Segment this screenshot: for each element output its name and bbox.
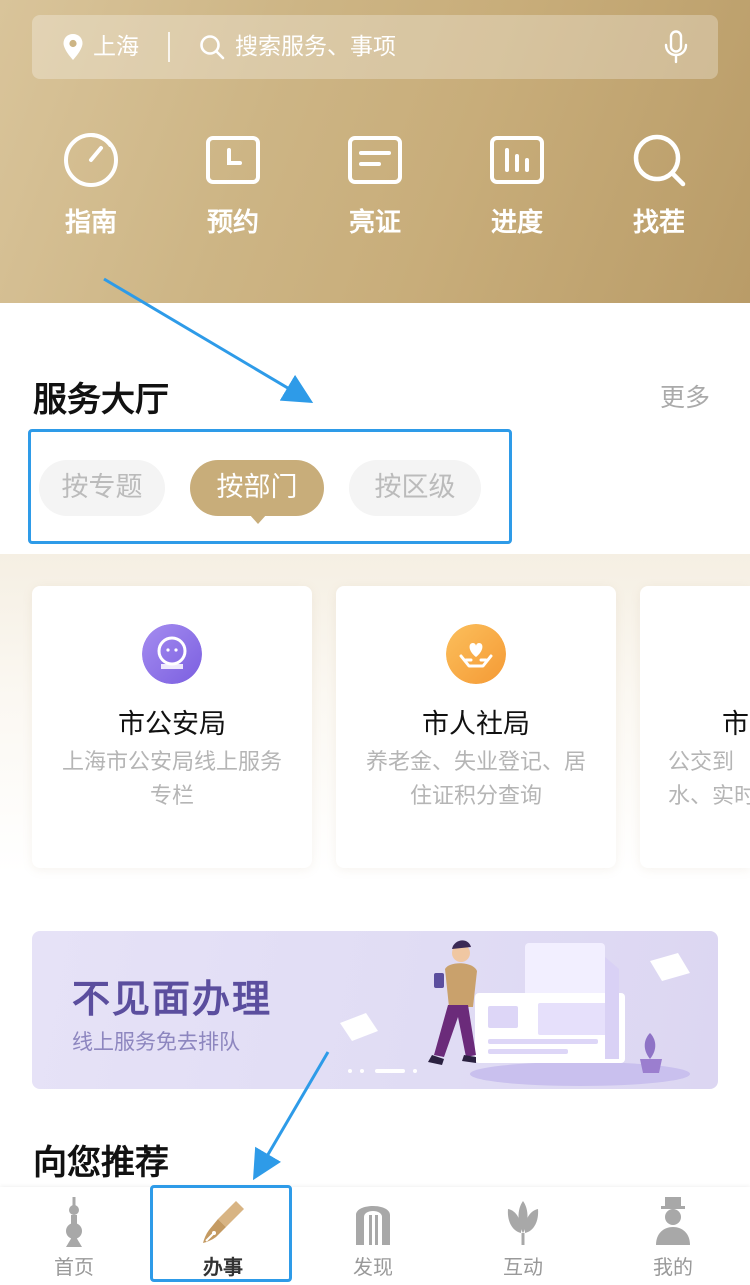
quick-action-label: 指南	[64, 208, 117, 238]
quick-action-show-id[interactable]: 亮证	[325, 130, 425, 250]
card-title: 市公安局	[118, 709, 226, 740]
search-icon	[200, 35, 225, 60]
department-card-police[interactable]: 市公安局 上海市公安局线上服务专栏	[32, 586, 312, 868]
quick-action-label: 找茬	[632, 208, 685, 238]
recommend-title: 向您推荐	[33, 1143, 169, 1183]
quick-action-feedback[interactable]: 找茬	[609, 130, 709, 250]
user-icon	[656, 1197, 690, 1245]
department-card-hrss[interactable]: 市人社局 养老金、失业登记、居住证积分查询	[336, 586, 616, 868]
quick-action-progress[interactable]: 进度	[467, 130, 567, 250]
tab-discover[interactable]: 发现	[313, 1195, 433, 1283]
location-label[interactable]: 上海	[93, 31, 139, 63]
card-title: 市人社局	[422, 709, 530, 740]
magnolia-icon	[507, 1201, 539, 1245]
tab-home[interactable]: 首页	[14, 1195, 134, 1283]
heart-hands-icon	[446, 624, 506, 684]
department-card-partial[interactable]: 市 公交到水、实时	[640, 586, 750, 868]
banner-title: 不见面办理	[72, 977, 273, 1021]
oriental-pearl-tower-icon	[66, 1197, 82, 1247]
card-description: 公交到水、实时	[668, 750, 750, 809]
arch-gate-icon	[356, 1206, 390, 1245]
more-link[interactable]: 更多	[660, 378, 710, 414]
quick-action-label: 进度	[490, 208, 543, 238]
quick-action-appointment[interactable]: 预约	[183, 130, 283, 250]
card-description: 上海市公安局线上服务专栏	[61, 750, 282, 809]
quick-action-guide[interactable]: 指南	[41, 130, 141, 250]
id-card-icon	[348, 136, 402, 184]
tab-label: 发现	[353, 1255, 393, 1279]
tab-mine[interactable]: 我的	[613, 1195, 733, 1283]
tab-interact[interactable]: 互动	[463, 1195, 583, 1283]
gauge-icon	[64, 133, 118, 187]
tab-label: 首页	[54, 1255, 94, 1279]
tab-label: 我的	[653, 1255, 693, 1279]
highlight-box	[28, 429, 512, 544]
banner-subtitle: 线上服务免去排队	[72, 1030, 240, 1054]
bar-chart-icon	[490, 136, 544, 184]
section-title: 服务大厅	[33, 380, 169, 420]
online-service-illustration	[340, 940, 690, 1086]
quick-action-label: 亮证	[348, 208, 401, 238]
microphone-icon[interactable]	[663, 30, 689, 64]
police-badge-icon	[142, 624, 202, 684]
quick-action-label: 预约	[206, 208, 259, 238]
magnifier-icon	[633, 134, 686, 187]
search-input[interactable]	[235, 31, 635, 63]
search-divider	[168, 32, 170, 62]
card-title: 市	[722, 709, 749, 740]
card-description: 养老金、失业登记、居住证积分查询	[365, 750, 586, 809]
location-pin-icon[interactable]	[62, 33, 84, 61]
highlight-box	[150, 1185, 292, 1282]
calendar-icon	[206, 136, 260, 184]
tab-label: 互动	[503, 1255, 543, 1279]
